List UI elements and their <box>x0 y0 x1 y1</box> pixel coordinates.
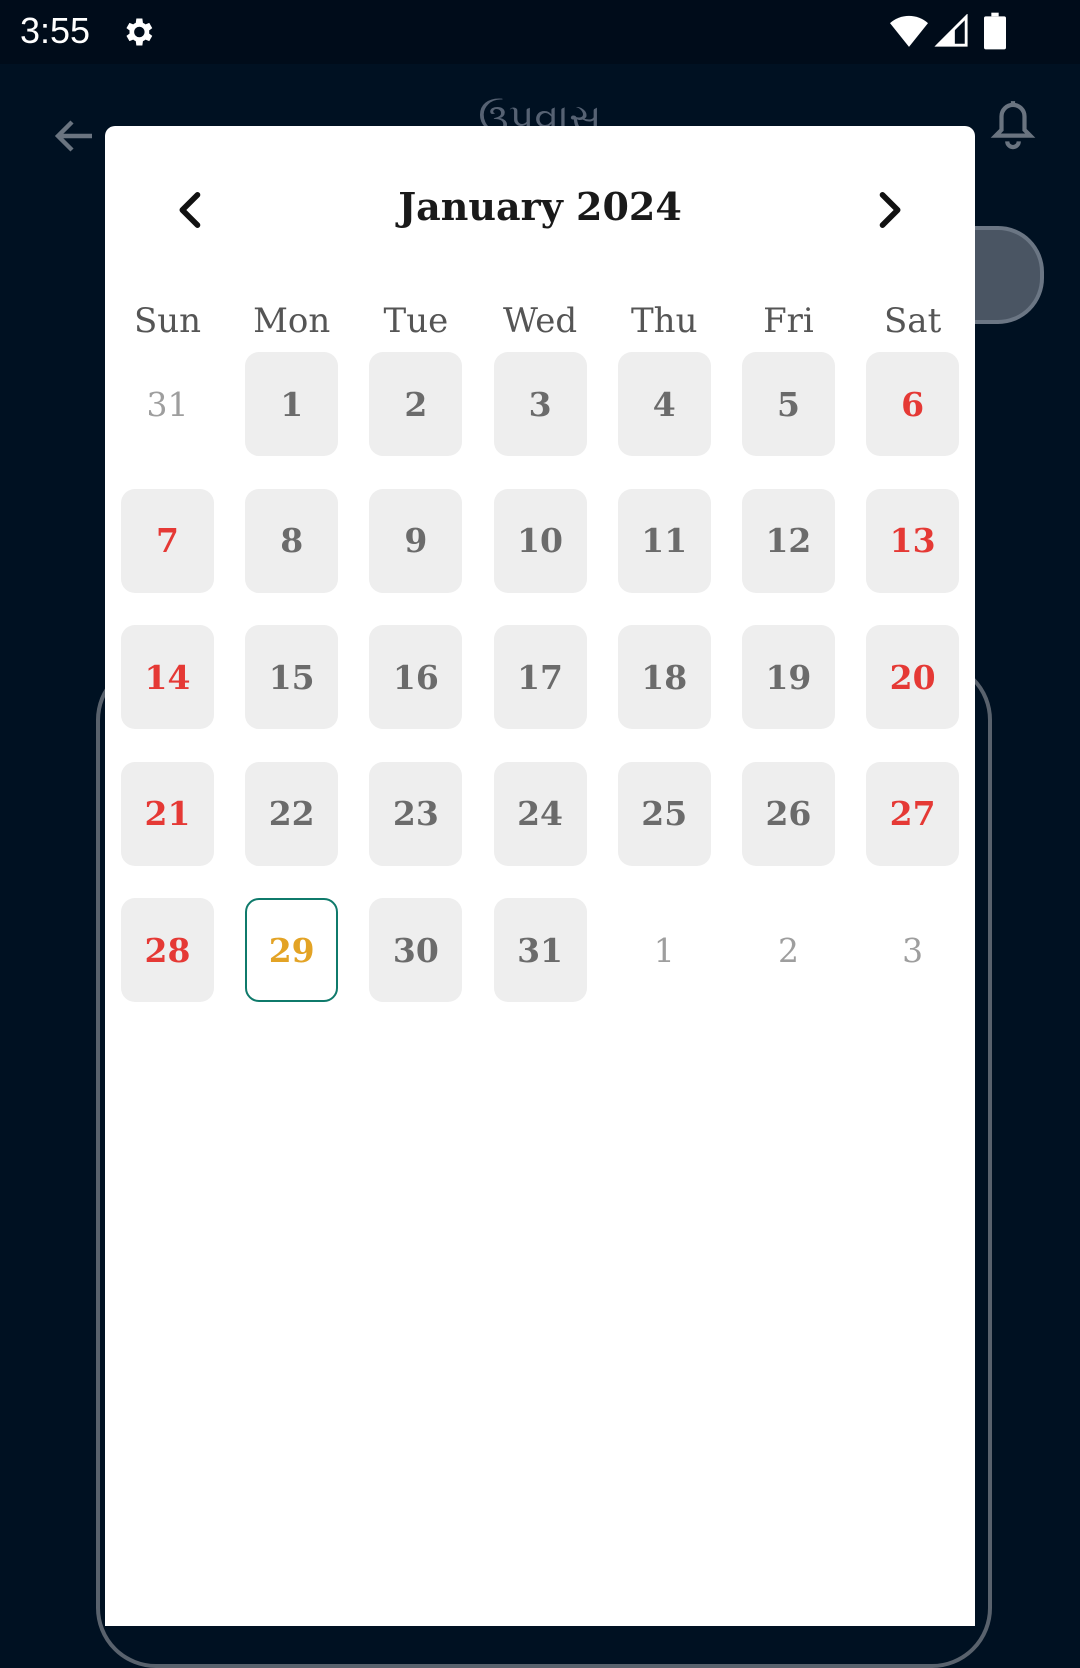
day-cell[interactable]: 14 <box>121 625 214 729</box>
weekday-header: Sun Mon Tue Wed Thu Fri Sat <box>121 296 959 346</box>
day-cell[interactable]: 7 <box>121 488 214 593</box>
weekday-label: Wed <box>503 301 578 341</box>
day-cell-today[interactable]: 29 <box>245 898 339 1002</box>
day-cell[interactable]: 28 <box>121 898 214 1002</box>
month-title: January 2024 <box>398 184 682 229</box>
weekday-label: Sat <box>884 301 942 341</box>
day-cell: 31 <box>146 384 189 424</box>
arrow-left-icon[interactable] <box>50 112 98 160</box>
day-cell[interactable]: 12 <box>741 488 835 593</box>
day-cell[interactable]: 3 <box>493 352 587 456</box>
status-bar: 3:55 <box>0 0 1080 64</box>
day-cell[interactable]: 4 <box>617 352 711 456</box>
day-cell[interactable]: 23 <box>369 761 463 866</box>
day-cell[interactable]: 30 <box>369 898 463 1002</box>
day-cell: 3 <box>902 930 924 970</box>
day-cell[interactable]: 18 <box>617 625 711 729</box>
day-cell[interactable]: 21 <box>121 761 214 866</box>
day-cell[interactable]: 9 <box>369 488 463 593</box>
day-cell[interactable]: 25 <box>617 761 711 866</box>
weekday-label: Tue <box>383 301 449 341</box>
day-cell[interactable]: 5 <box>741 352 835 456</box>
day-grid: 31 1 2 3 4 5 6 7 8 9 10 11 12 13 14 15 16 17 18 19 20 21 22 23 2… <box>121 352 960 1002</box>
day-cell[interactable]: 17 <box>493 625 587 729</box>
calendar-dialog: January 2024 Sun Mon Tue Wed Thu Fri Sat… <box>105 126 975 1626</box>
day-cell[interactable]: 31 <box>493 898 587 1002</box>
signal-icon <box>934 14 968 47</box>
day-cell[interactable]: 20 <box>866 625 960 729</box>
gear-icon <box>126 18 153 46</box>
day-cell: 2 <box>777 930 799 970</box>
day-cell: 1 <box>653 930 675 970</box>
day-cell[interactable]: 10 <box>493 488 587 593</box>
day-cell[interactable]: 27 <box>866 761 960 866</box>
day-cell[interactable]: 24 <box>493 761 587 866</box>
day-cell[interactable]: 19 <box>741 625 835 729</box>
bell-icon[interactable] <box>990 98 1036 154</box>
weekday-label: Thu <box>631 301 698 341</box>
chevron-right-icon[interactable] <box>863 184 915 236</box>
status-time: 3:55 <box>20 10 91 51</box>
day-cell[interactable]: 13 <box>866 488 960 593</box>
page-title: ઉપવાસ <box>478 96 602 126</box>
day-cell[interactable]: 6 <box>866 352 960 456</box>
weekday-label: Mon <box>253 301 331 341</box>
day-cell[interactable]: 2 <box>369 352 463 456</box>
day-cell[interactable]: 22 <box>245 761 339 866</box>
day-cell[interactable]: 1 <box>245 352 339 456</box>
day-cell[interactable]: 16 <box>369 625 463 729</box>
day-cell[interactable]: 15 <box>245 625 339 729</box>
day-cell[interactable]: 8 <box>245 488 339 593</box>
battery-icon <box>984 12 1006 50</box>
day-cell[interactable]: 11 <box>617 488 711 593</box>
weekday-label: Sun <box>133 301 202 341</box>
wifi-icon <box>890 15 928 47</box>
day-cell[interactable]: 26 <box>741 761 835 866</box>
weekday-label: Fri <box>763 301 814 341</box>
